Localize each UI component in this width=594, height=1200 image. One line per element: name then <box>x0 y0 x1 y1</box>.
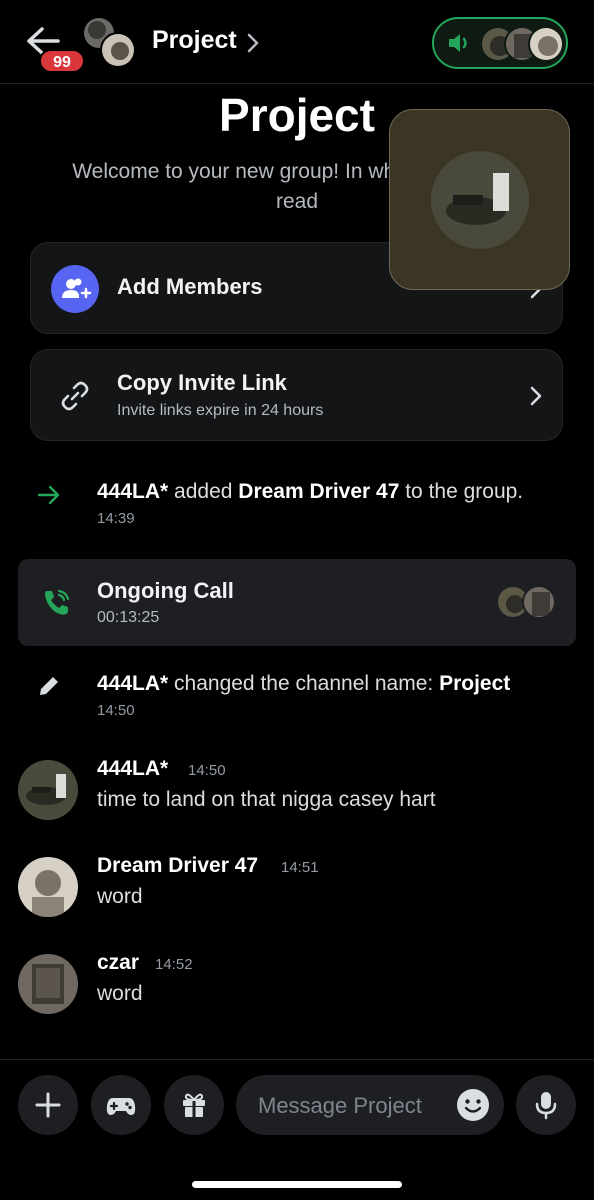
avatar[interactable] <box>18 760 78 820</box>
group-avatar <box>100 32 136 68</box>
link-icon <box>61 381 89 411</box>
system-message-text: 444LA* changed the channel name: Project <box>97 672 510 696</box>
event-rest: to the group. <box>399 480 524 503</box>
message-timestamp: 14:50 <box>188 762 226 779</box>
emoji-icon[interactable] <box>456 1088 490 1122</box>
caller-avatar <box>431 151 529 249</box>
message-composer: Message Project <box>0 1059 594 1200</box>
timestamp: 14:50 <box>97 702 135 719</box>
copy-invite-label: Copy Invite Link <box>117 370 287 395</box>
timestamp: 14:39 <box>97 510 135 527</box>
invite-expiry-text: Invite links expire in 24 hours <box>117 402 324 419</box>
voice-status-pill[interactable] <box>432 17 568 69</box>
voice-message-button[interactable] <box>516 1075 576 1135</box>
message-content: time to land on that nigga casey hart <box>97 788 436 811</box>
microphone-icon <box>535 1092 557 1120</box>
target-name[interactable]: Dream Driver 47 <box>238 480 399 503</box>
add-members-label: Add Members <box>117 274 263 299</box>
arrow-right-icon <box>37 485 60 505</box>
call-duration: 00:13:25 <box>97 609 160 626</box>
attach-button[interactable] <box>18 1075 78 1135</box>
message-content: word <box>97 982 143 1005</box>
copy-invite-link-button[interactable]: Copy Invite Link Invite links expire in … <box>30 349 563 441</box>
activities-button[interactable] <box>91 1075 151 1135</box>
avatar[interactable] <box>18 857 78 917</box>
message-author[interactable]: 444LA* <box>97 757 168 781</box>
top-bar: 99 Project <box>0 0 594 84</box>
pencil-icon <box>40 677 58 695</box>
add-user-icon <box>51 265 99 313</box>
chevron-right-icon[interactable] <box>247 33 259 53</box>
ongoing-call-card[interactable]: Ongoing Call 00:13:25 <box>18 559 576 646</box>
chevron-right-icon <box>530 386 542 406</box>
new-channel-name: Project <box>439 672 511 695</box>
message-placeholder: Message Project <box>258 1093 422 1118</box>
channel-title[interactable]: Project <box>152 26 237 55</box>
floating-call-video-tile[interactable] <box>389 109 570 290</box>
gift-button[interactable] <box>164 1075 224 1135</box>
participant-avatar <box>522 585 556 619</box>
message-timestamp: 14:52 <box>155 956 193 973</box>
message-author[interactable]: Dream Driver 47 <box>97 854 258 878</box>
message-content: word <box>97 885 143 908</box>
event-verb: added <box>168 480 239 503</box>
actor-name[interactable]: 444LA* <box>97 480 168 503</box>
message-author[interactable]: czar <box>97 951 139 975</box>
speaker-icon <box>449 34 467 52</box>
plus-icon <box>35 1092 61 1118</box>
call-title: Ongoing Call <box>97 578 234 603</box>
system-message-text: 444LA* added Dream Driver 47 to the grou… <box>97 480 523 504</box>
participant-avatar <box>528 26 564 62</box>
actor-name[interactable]: 444LA* <box>97 672 168 695</box>
event-rest: changed the channel name: <box>168 672 440 695</box>
message-input[interactable]: Message Project <box>236 1075 504 1135</box>
unread-badge: 99 <box>39 49 85 73</box>
home-indicator[interactable] <box>192 1181 402 1188</box>
avatar[interactable] <box>18 954 78 1014</box>
gamepad-icon <box>106 1098 136 1115</box>
gift-icon <box>183 1093 205 1117</box>
phone-call-icon <box>45 589 70 615</box>
message-timestamp: 14:51 <box>281 859 319 876</box>
